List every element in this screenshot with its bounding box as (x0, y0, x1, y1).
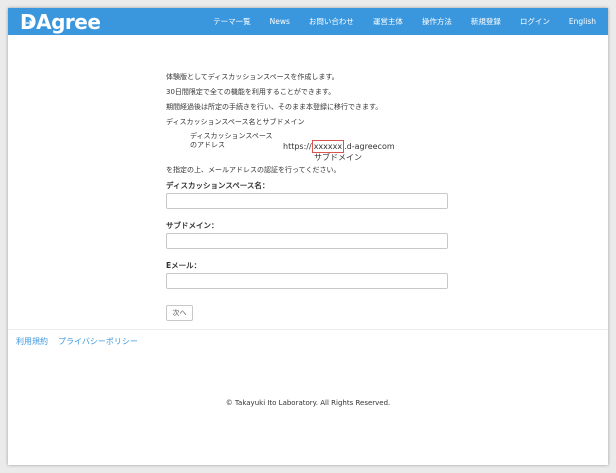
privacy-link[interactable]: プライバシーポリシー (58, 336, 138, 347)
url-suffix: .d-agreecom (344, 142, 395, 151)
url-prefix: https:// (283, 142, 312, 151)
email-input[interactable] (166, 273, 448, 289)
intro-line-3: 期間経過後は所定の手続きを行い、そのまま本登録に移行できます。 (166, 103, 383, 111)
nav-english[interactable]: English (569, 17, 596, 26)
logo-d-mark: D (20, 10, 37, 34)
nav-news[interactable]: News (270, 17, 290, 26)
logo-text: Agree (36, 9, 101, 34)
nav-contact[interactable]: お問い合わせ (309, 16, 354, 27)
space-name-input[interactable] (166, 193, 448, 209)
intro-line-1: 体験版としてディスカッションスペースを作成します。 (166, 73, 339, 81)
top-navbar: D Agree テーマ一覧 News お問い合わせ 運営主体 操作方法 新規登録… (8, 8, 608, 35)
logo-arrow-icon (26, 19, 33, 26)
nav-how-to[interactable]: 操作方法 (422, 16, 452, 27)
subdomain-caption: サブドメイン (314, 153, 362, 162)
nav-theme-list[interactable]: テーマ一覧 (213, 16, 251, 27)
nav-login[interactable]: ログイン (520, 16, 550, 27)
subdomain-label: サブドメイン： (166, 221, 219, 230)
space-name-label: ディスカッションスペース名： (166, 181, 270, 190)
dagree-logo[interactable]: D Agree (20, 9, 101, 34)
address-label-1: ディスカッションスペース (190, 132, 273, 140)
nav-menu: テーマ一覧 News お問い合わせ 運営主体 操作方法 新規登録 ログイン En… (194, 8, 596, 35)
address-label-2: のアドレス (190, 141, 225, 149)
footer-links: 利用規約 プライバシーポリシー (16, 336, 148, 347)
intro-line-4: ディスカッションスペース名とサブドメイン (166, 118, 305, 126)
nav-operator[interactable]: 運営主体 (373, 16, 403, 27)
terms-link[interactable]: 利用規約 (16, 336, 48, 347)
intro-line-2: 30日間限定で全ての機能を利用することができます。 (166, 88, 336, 96)
nav-signup[interactable]: 新規登録 (471, 16, 501, 27)
next-button[interactable]: 次へ (166, 305, 193, 321)
footer-divider (8, 329, 608, 330)
instruction-text: を指定の上、メールアドレスの認証を行ってください。 (166, 166, 341, 174)
page-frame: D Agree テーマ一覧 News お問い合わせ 運営主体 操作方法 新規登録… (8, 8, 608, 465)
email-label: Eメール： (166, 261, 202, 270)
subdomain-input[interactable] (166, 233, 448, 249)
copyright-text: © Takayuki Ito Laboratory. All Rights Re… (225, 399, 391, 407)
